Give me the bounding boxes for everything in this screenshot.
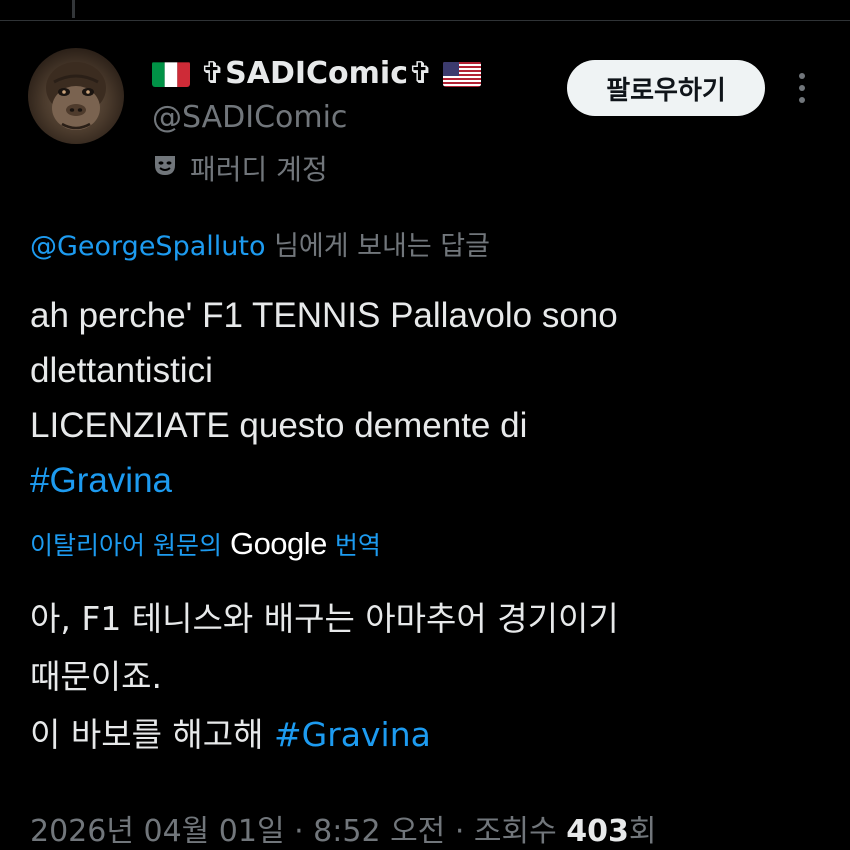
follow-button[interactable]: 팔로우하기	[567, 60, 765, 116]
parody-account-text: 패러디 계정	[190, 153, 328, 186]
tweet-line: ah perche' F1 TENNIS Pallavolo sono	[30, 296, 618, 335]
parody-account-label: 패러디 계정	[152, 148, 328, 188]
view-count-suffix: 회	[628, 814, 657, 849]
avatar[interactable]	[28, 48, 124, 144]
translation-suffix: 번역	[334, 531, 381, 560]
reply-mention-link[interactable]: @GeorgeSpalluto	[30, 231, 265, 262]
tweet-metadata: 2026년 04월 01일 · 8:52 오전 · 조회수 403회	[30, 806, 656, 850]
view-count: 403	[566, 814, 629, 849]
author-display-name[interactable]: ✞SADIComic✞	[200, 56, 433, 91]
theater-mask-icon	[152, 152, 178, 185]
hashtag-link[interactable]: #Gravina	[274, 715, 431, 754]
tweet-line: LICENZIATE questo demente di	[30, 406, 528, 445]
italy-flag-icon	[152, 61, 190, 87]
author-display-name-row[interactable]: ✞SADIComic✞	[152, 56, 482, 91]
google-logo: Google	[229, 526, 327, 561]
reply-context: @GeorgeSpalluto 님에게 보내는 답글	[30, 224, 490, 263]
thread-connector-line	[72, 0, 75, 18]
translation-attribution[interactable]: 이탈리아어 원문의 Google 번역	[30, 526, 381, 562]
translated-line: 때문이죠.	[30, 657, 162, 696]
tweet-line: dlettantistici	[30, 351, 213, 390]
more-vertical-icon[interactable]	[788, 68, 816, 108]
hashtag-link[interactable]: #Gravina	[30, 461, 172, 500]
translated-line: 이 바보를 해고해	[30, 715, 274, 754]
tweet-text: ah perche' F1 TENNIS Pallavolo sono dlet…	[30, 288, 830, 508]
translated-line: 아, F1 테니스와 배구는 아마추어 경기이기	[30, 599, 619, 638]
translated-text: 아, F1 테니스와 배구는 아마추어 경기이기 때문이죠. 이 바보를 해고해…	[30, 590, 830, 764]
author-handle[interactable]: @SADIComic	[152, 100, 347, 135]
top-divider	[0, 20, 850, 21]
timestamp[interactable]: 2026년 04월 01일 · 8:52 오전 · 조회수	[30, 814, 566, 849]
reply-suffix: 님에게 보내는 답글	[265, 231, 490, 262]
translation-prefix: 이탈리아어 원문의	[30, 531, 222, 560]
usa-flag-icon	[443, 61, 482, 87]
